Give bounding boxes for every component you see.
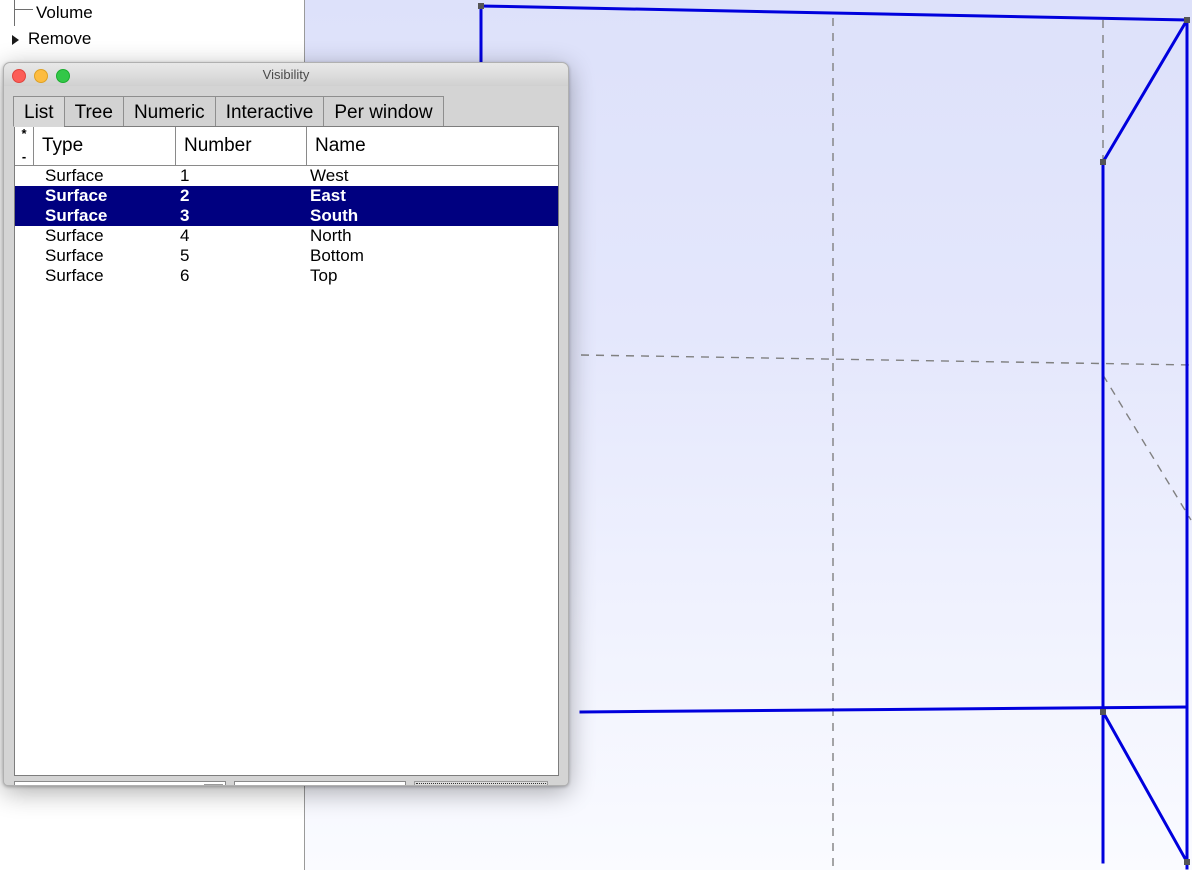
- apply-filter-button[interactable]: Apply: [414, 781, 548, 785]
- cell-name: Bottom: [310, 246, 364, 265]
- tab-tree[interactable]: Tree: [63, 96, 123, 127]
- column-header-type[interactable]: Type: [34, 127, 176, 165]
- table-row[interactable]: Surface 4 North: [15, 226, 558, 246]
- tree-item-label: Remove: [28, 29, 92, 48]
- select-all-icon[interactable]: *: [21, 127, 26, 140]
- cell-number: 1: [180, 166, 190, 185]
- cell-number: 3: [180, 206, 190, 225]
- table-row[interactable]: Surface 6 Top: [15, 266, 558, 286]
- vertex-marker: [1100, 159, 1106, 165]
- tree-item-remove[interactable]: Remove: [0, 26, 304, 52]
- cell-name: South: [310, 206, 359, 225]
- cell-number: 5: [180, 246, 190, 265]
- table-row[interactable]: Surface 2 East: [15, 186, 558, 206]
- edge-bottom-front: [579, 705, 1189, 714]
- entity-list[interactable]: * - Type Number Name Surface 1 West Surface…: [14, 126, 559, 776]
- cell-number: 4: [180, 226, 190, 245]
- cell-type: Surface: [45, 186, 108, 205]
- select-none-icon[interactable]: -: [22, 150, 26, 163]
- hidden-edge-diagonal: [1102, 374, 1192, 521]
- tab-bar: List Tree Numeric Interactive Per window: [13, 95, 444, 127]
- hidden-edges-group: [580, 18, 1192, 868]
- table-row[interactable]: Surface 1 West: [15, 166, 558, 186]
- tree-item-label: Volume: [36, 3, 93, 22]
- chevron-right-icon[interactable]: [12, 35, 19, 45]
- cell-name: West: [310, 166, 349, 185]
- tree-connector-icon: [14, 0, 33, 10]
- chevron-down-icon[interactable]: [204, 784, 223, 785]
- vertex-marker: [1184, 859, 1190, 865]
- cell-name: North: [310, 226, 352, 245]
- cell-type: Surface: [45, 206, 108, 225]
- cell-type: Surface: [45, 166, 104, 185]
- cell-name: East: [310, 186, 346, 205]
- search-field-wrapper[interactable]: [234, 781, 406, 785]
- edge-top-right-diagonal: [1100, 17, 1190, 165]
- tab-numeric[interactable]: Numeric: [122, 96, 215, 127]
- tab-interactive[interactable]: Interactive: [214, 96, 324, 127]
- table-row[interactable]: Surface 5 Bottom: [15, 246, 558, 266]
- tree-item-volume[interactable]: Volume: [0, 0, 304, 26]
- geometry-tree: Volume Remove: [0, 0, 304, 52]
- list-header-row: * - Type Number Name: [15, 127, 558, 166]
- cell-number: 6: [180, 266, 190, 285]
- entity-type-select[interactable]: Physical groups: [14, 781, 226, 785]
- cell-type: Surface: [45, 266, 104, 285]
- dialog-titlebar[interactable]: Visibility: [4, 63, 568, 87]
- tab-per-window[interactable]: Per window: [323, 96, 444, 127]
- dialog-body: List Tree Numeric Interactive Per window…: [4, 86, 568, 785]
- vertex-marker: [1100, 709, 1106, 715]
- screen-root: Volume Remove Visibility List Tree Numer…: [0, 0, 1192, 870]
- visible-edges-group: [479, 4, 1190, 870]
- column-header-name[interactable]: Name: [307, 127, 558, 165]
- cell-type: Surface: [45, 246, 104, 265]
- visibility-dialog: Visibility List Tree Numeric Interactive…: [3, 62, 569, 786]
- vertices-group: [478, 3, 1190, 865]
- column-header-number[interactable]: Number: [176, 127, 307, 165]
- cell-type: Surface: [45, 226, 104, 245]
- table-row[interactable]: Surface 3 South: [15, 206, 558, 226]
- vertex-marker: [478, 3, 484, 9]
- select-toggle-column[interactable]: * -: [15, 127, 34, 165]
- vertex-marker: [1184, 17, 1190, 23]
- edge-bottom-right-diagonal: [1100, 709, 1190, 865]
- list-rows: Surface 1 West Surface 2 East Surface 3 South Sur…: [15, 166, 558, 286]
- dialog-title: Visibility: [262, 67, 310, 82]
- hidden-edge-horizontal: [580, 354, 1192, 366]
- cell-name: Top: [310, 266, 338, 285]
- filter-bar: Physical groups Apply: [14, 780, 559, 785]
- tab-list[interactable]: List: [13, 96, 64, 127]
- cell-number: 2: [180, 186, 190, 205]
- edge-top-back: [479, 4, 1189, 22]
